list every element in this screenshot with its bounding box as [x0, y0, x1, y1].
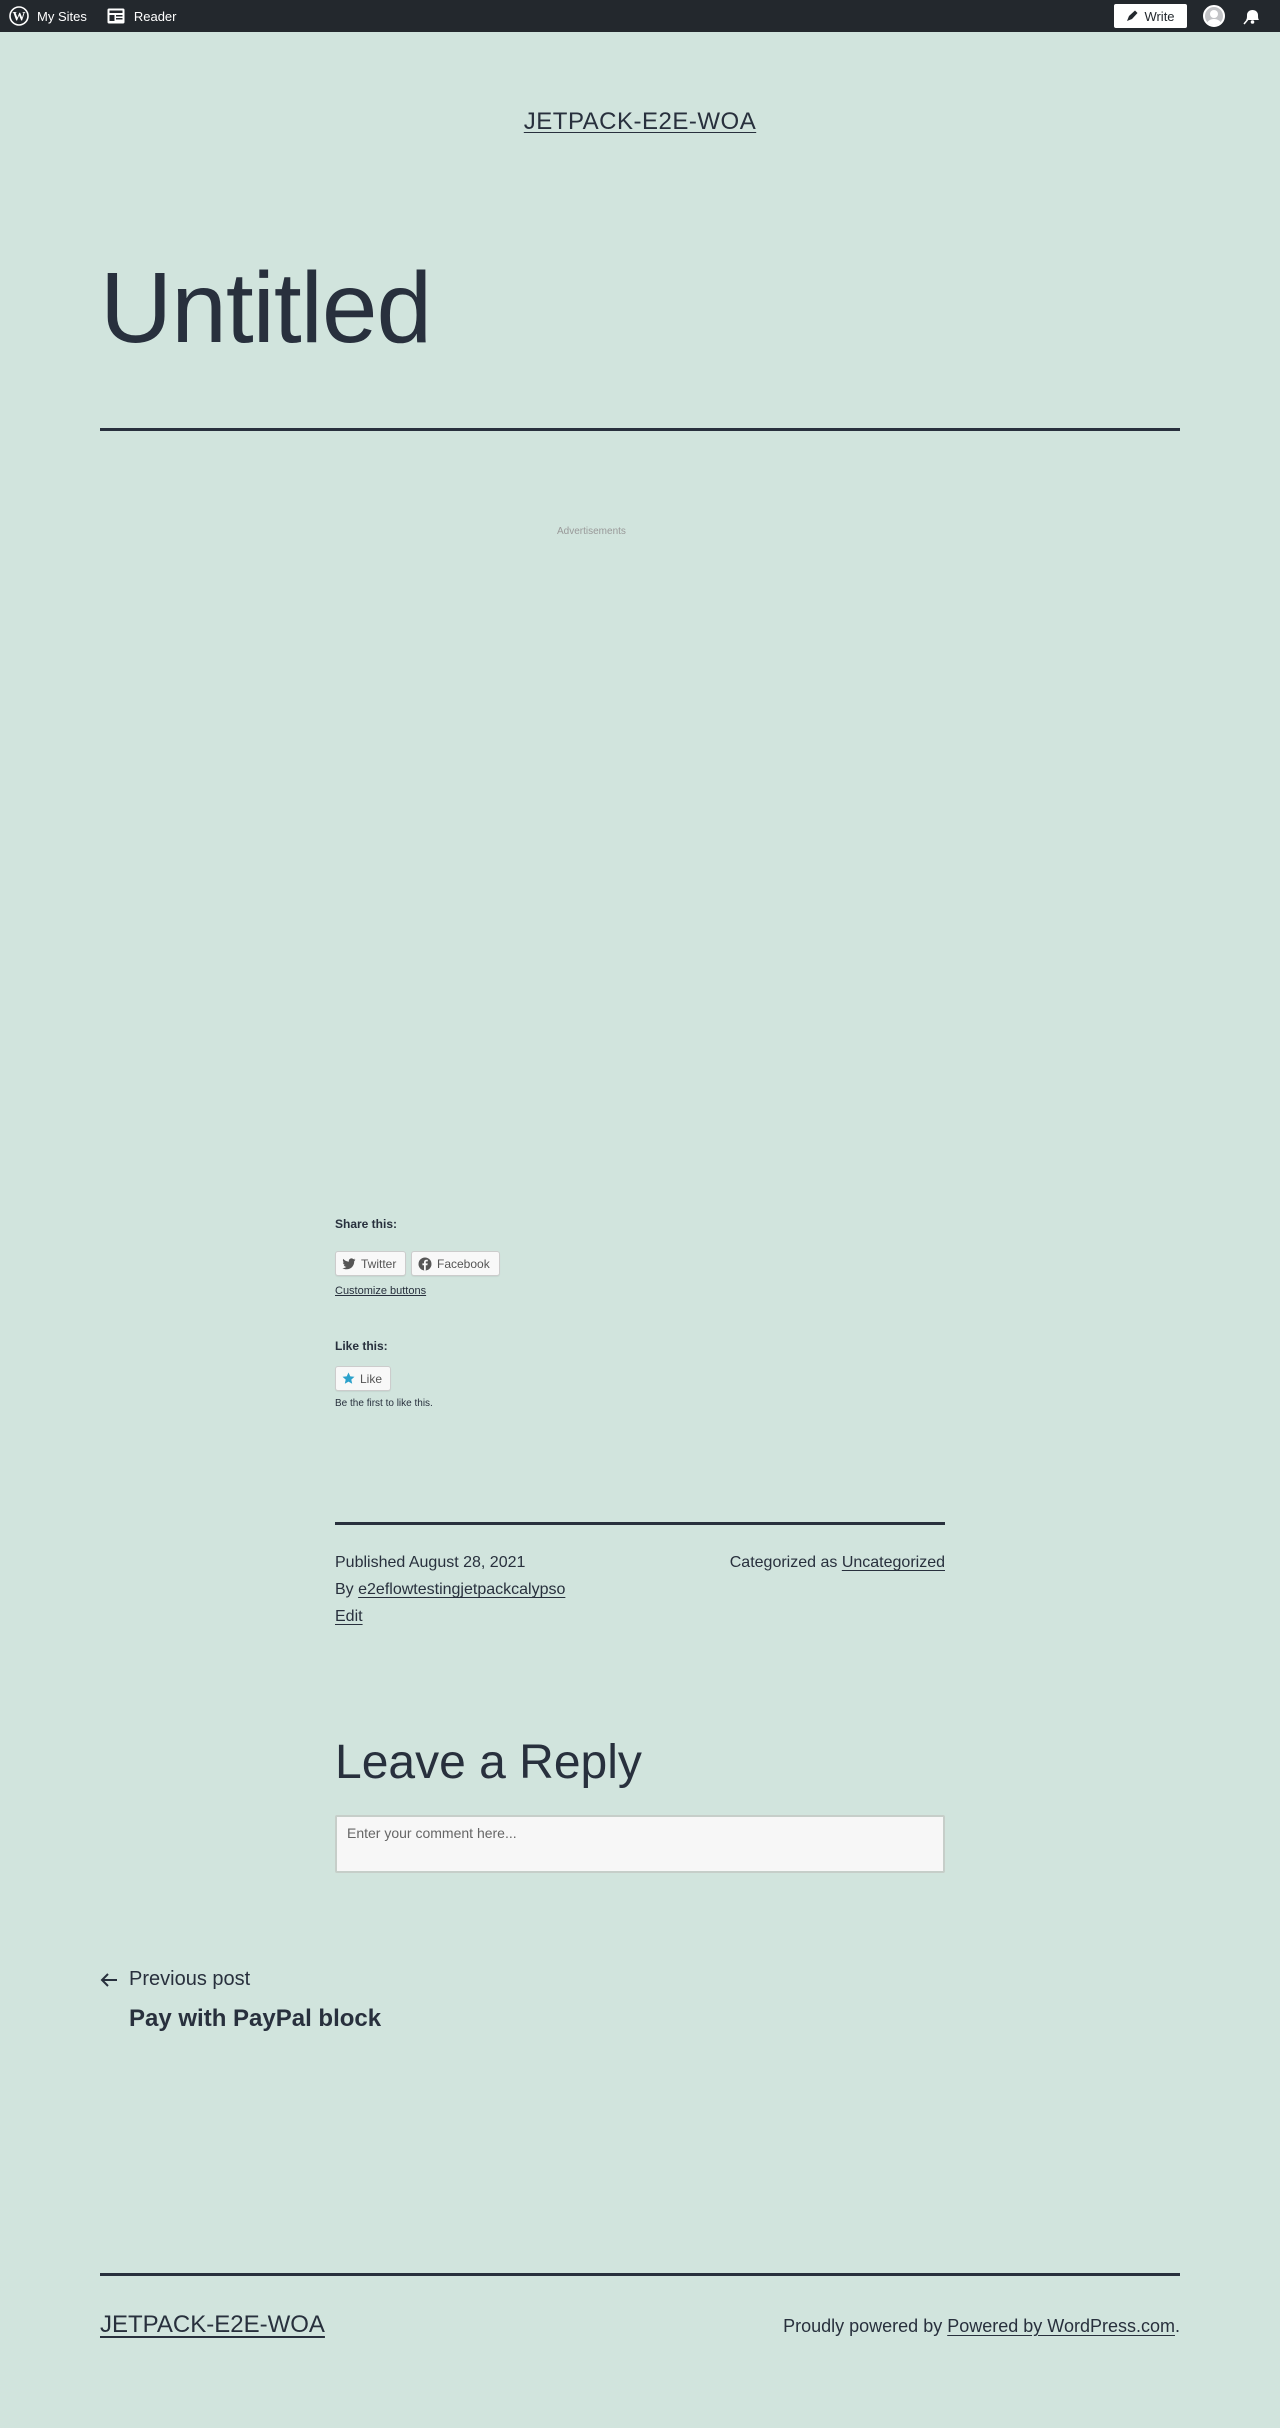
admin-bar-right: Write — [1114, 0, 1280, 32]
comment-input[interactable]: Enter your comment here... — [335, 1815, 945, 1873]
svg-text:W: W — [13, 9, 26, 24]
bell-icon[interactable] — [1242, 7, 1262, 25]
write-button[interactable]: Write — [1114, 4, 1187, 28]
write-label: Write — [1144, 8, 1175, 24]
share-twitter-label: Twitter — [361, 1256, 397, 1271]
my-sites-link[interactable]: W My Sites — [0, 0, 97, 32]
like-label: Like — [360, 1371, 383, 1386]
reply-title: Leave a Reply — [335, 1736, 642, 1789]
facebook-icon — [418, 1257, 432, 1271]
title-separator — [100, 428, 1180, 431]
customize-buttons-link[interactable]: Customize buttons — [335, 1285, 426, 1297]
ads-label: Advertisements — [557, 526, 626, 537]
first-to-like-text: Be the first to like this. — [335, 1398, 433, 1409]
arrow-left-icon — [100, 1972, 122, 1988]
admin-bar: W My Sites Reader Write — [0, 0, 1280, 32]
pen-icon — [1126, 10, 1138, 22]
category-link[interactable]: Uncategorized — [842, 1554, 945, 1571]
share-facebook-label: Facebook — [437, 1256, 490, 1271]
edit-line: Edit — [335, 1607, 363, 1626]
footer-powered-by: Proudly powered by Powered by WordPress.… — [783, 2316, 1180, 2337]
reader-link[interactable]: Reader — [97, 0, 187, 32]
post-title: Untitled — [100, 252, 432, 364]
author-line: By e2eflowtestingjetpackcalypso — [335, 1580, 565, 1599]
powered-by-link[interactable]: Powered by WordPress.com — [947, 2316, 1175, 2336]
previous-post-link[interactable]: Previous post — [100, 1968, 250, 1991]
previous-post-title[interactable]: Pay with PayPal block — [129, 2005, 381, 2033]
twitter-icon — [342, 1257, 356, 1270]
published-line: Published August 28, 2021 — [335, 1553, 525, 1572]
share-facebook-button[interactable]: Facebook — [411, 1251, 500, 1276]
powered-prefix: Proudly powered by — [783, 2316, 943, 2336]
share-title: Share this: — [335, 1217, 398, 1231]
site-title-link[interactable]: JETPACK-E2E-WOA — [524, 108, 756, 135]
star-icon — [342, 1372, 355, 1385]
by-prefix: By — [335, 1581, 354, 1598]
published-prefix: Published — [335, 1554, 406, 1571]
edit-link[interactable]: Edit — [335, 1608, 363, 1625]
avatar[interactable] — [1203, 5, 1225, 27]
author-link[interactable]: e2eflowtestingjetpackcalypso — [358, 1581, 565, 1598]
previous-post-label: Previous post — [129, 1968, 251, 1990]
footer-site-title-link[interactable]: JETPACK-E2E-WOA — [100, 2311, 325, 2338]
like-button[interactable]: Like — [335, 1366, 391, 1391]
share-twitter-button[interactable]: Twitter — [335, 1251, 406, 1276]
powered-suffix: . — [1174, 2316, 1180, 2336]
reader-icon — [105, 5, 127, 27]
meta-separator — [335, 1522, 945, 1525]
site-title: JETPACK-E2E-WOA — [0, 108, 1280, 136]
my-sites-label: My Sites — [37, 8, 87, 24]
category-line: Categorized as Uncategorized — [730, 1553, 945, 1572]
wordpress-logo-icon: W — [8, 5, 30, 27]
published-date: August 28, 2021 — [408, 1554, 526, 1571]
footer-site-title: JETPACK-E2E-WOA — [100, 2311, 325, 2339]
like-title: Like this: — [335, 1339, 388, 1353]
reader-label: Reader — [133, 8, 177, 24]
categorized-prefix: Categorized as — [729, 1554, 838, 1571]
footer-separator — [100, 2273, 1180, 2276]
